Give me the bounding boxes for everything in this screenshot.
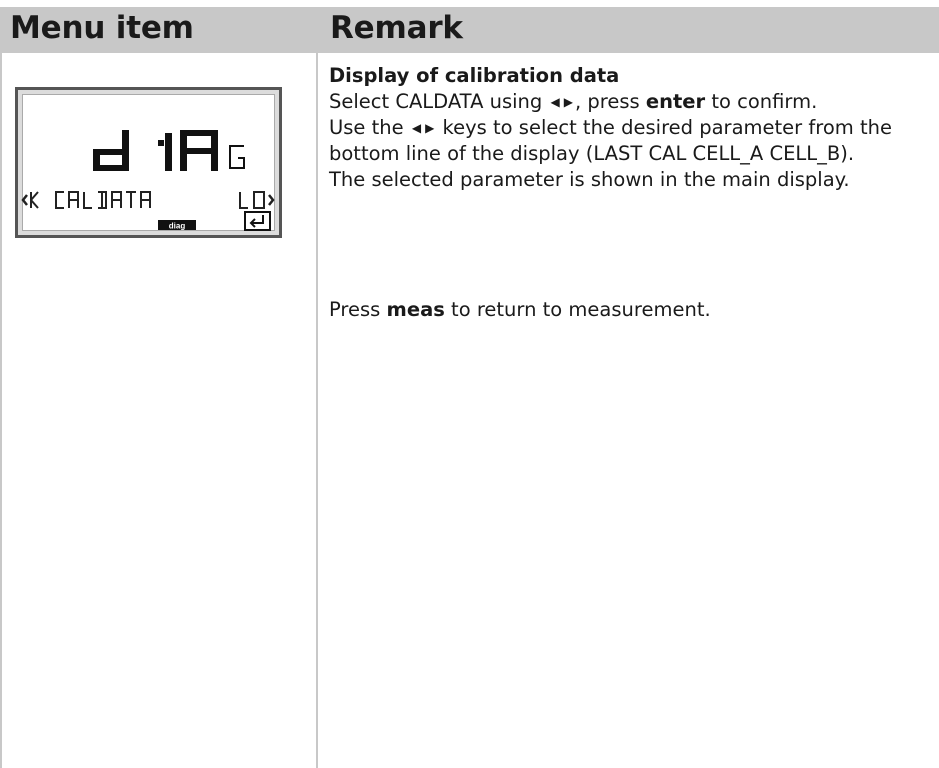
enter-icon: [244, 211, 271, 231]
lcd-char-g: [229, 145, 245, 169]
left-border: [0, 53, 2, 768]
menu-item-header: Menu item: [10, 10, 194, 46]
left-triangle-icon: ◀: [550, 95, 560, 109]
lcd-display: diag: [15, 87, 282, 238]
left-triangle-icon: ◀: [411, 121, 422, 135]
right-triangle-icon: ▶: [425, 121, 435, 135]
remark-content: Display of calibration data Select CALDA…: [329, 63, 934, 323]
lcd-segments: diag: [21, 130, 275, 231]
remark-line-4: Press meas to return to measurement.: [329, 298, 711, 321]
lcd-char-k: [30, 191, 39, 209]
lcd-char-a: [180, 130, 218, 171]
remark-title: Display of calibration data: [329, 64, 620, 87]
table-header: Menu item Remark: [0, 7, 939, 53]
remark-line-2: Use the ◀ ▶ keys to select the desired pa…: [329, 116, 892, 165]
right-triangle-icon: ▶: [563, 95, 573, 109]
remark-line-1: Select CALDATA using ◀ ▶, press enter to …: [329, 90, 818, 113]
lcd-char-i: [165, 133, 172, 171]
right-arrow-icon: [268, 194, 275, 206]
remark-line-3: The selected parameter is shown in the m…: [329, 168, 850, 191]
lcd-char-d: [93, 130, 129, 171]
mode-label: diag: [169, 222, 186, 231]
column-divider: [316, 53, 318, 768]
remark-header: Remark: [330, 10, 463, 46]
lcd-char-i-serif: [158, 140, 164, 146]
left-arrow-icon: [21, 194, 28, 206]
